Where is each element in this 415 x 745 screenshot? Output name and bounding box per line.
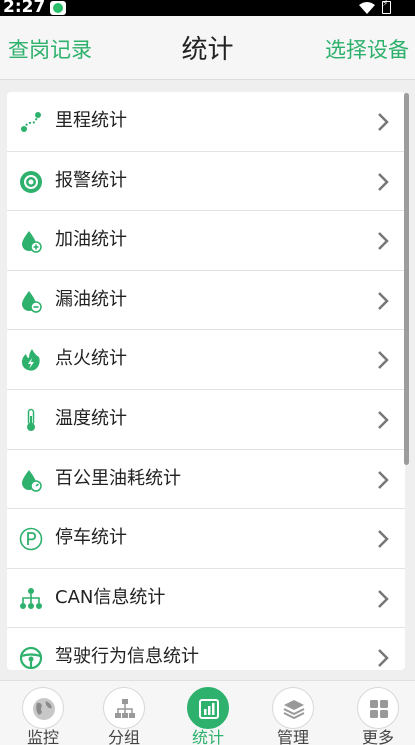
can-network-icon xyxy=(20,587,42,609)
thermometer-icon xyxy=(27,408,35,431)
tab-manage[interactable]: 管理 xyxy=(253,685,333,745)
chevron-right-icon xyxy=(378,649,389,668)
nav-label: 监控 xyxy=(26,728,59,745)
list-item-refuel[interactable]: 加油统计 xyxy=(7,211,405,271)
list-item-parking[interactable]: 停车统计 xyxy=(7,509,405,569)
tab-monitor[interactable]: 监控 xyxy=(3,685,83,745)
ignition-icon xyxy=(22,349,40,372)
chevron-right-icon xyxy=(378,172,389,191)
parking-icon xyxy=(19,527,43,551)
fuel-add-icon xyxy=(22,231,42,253)
list-item-fuel-leak[interactable]: 漏油统计 xyxy=(7,271,405,331)
list-item-alarm[interactable]: 报警统计 xyxy=(7,152,405,212)
chevron-right-icon xyxy=(378,291,389,310)
list-item-driving-behavior[interactable]: 驾驶行为信息统计 xyxy=(7,628,405,670)
battery-icon xyxy=(382,0,391,14)
list-item-label: 百公里油耗统计 xyxy=(55,467,181,489)
list-item-can-info[interactable]: CAN信息统计 xyxy=(7,569,405,629)
list-item-label: 停车统计 xyxy=(55,527,127,549)
chevron-right-icon xyxy=(378,470,389,489)
status-time: 2:27 xyxy=(3,0,46,17)
grid-more-icon xyxy=(357,687,399,729)
app-notification-icon xyxy=(50,1,66,15)
list-item-ignition[interactable]: 点火统计 xyxy=(7,330,405,390)
stats-chart-icon xyxy=(187,687,229,729)
nav-label: 更多 xyxy=(361,728,394,745)
stats-list: 里程统计 报警统计 加油统计 漏油统计 点火统计 温度统计 百公里油耗统计 停车… xyxy=(7,92,405,670)
wifi-icon xyxy=(359,2,375,14)
list-item-label: 报警统计 xyxy=(55,169,127,191)
chevron-right-icon xyxy=(378,232,389,251)
tab-more[interactable]: 更多 xyxy=(338,685,415,745)
list-item-label: 漏油统计 xyxy=(55,288,127,310)
globe-icon xyxy=(22,687,64,729)
scrollbar[interactable] xyxy=(404,93,409,465)
chevron-right-icon xyxy=(378,113,389,131)
nav-label: 管理 xyxy=(276,728,309,745)
list-item-fuel-consumption[interactable]: 百公里油耗统计 xyxy=(7,450,405,510)
list-item-label: 加油统计 xyxy=(55,229,127,251)
layers-icon xyxy=(272,687,314,729)
list-item-label: 点火统计 xyxy=(55,348,127,370)
list-item-mileage[interactable]: 里程统计 xyxy=(7,92,405,152)
route-icon xyxy=(21,112,41,132)
list-item-label: 里程统计 xyxy=(55,110,127,131)
list-item-label: 温度统计 xyxy=(55,407,127,429)
nav-label: 统计 xyxy=(191,728,224,745)
chevron-right-icon xyxy=(378,589,389,608)
tab-group[interactable]: 分组 xyxy=(84,685,164,745)
group-tree-icon xyxy=(103,687,145,729)
select-device-button[interactable]: 选择设备 xyxy=(325,36,409,64)
chevron-right-icon xyxy=(378,530,389,549)
bottom-nav: 监控 分组 统计 管理 更多 xyxy=(0,680,415,745)
list-item-label: CAN信息统计 xyxy=(55,586,166,608)
chevron-right-icon xyxy=(378,411,389,429)
chevron-right-icon xyxy=(378,351,389,370)
list-item-temperature[interactable]: 温度统计 xyxy=(7,390,405,450)
fuel-consumption-icon xyxy=(22,469,42,492)
list-item-label: 驾驶行为信息统计 xyxy=(55,646,199,668)
fuel-leak-icon xyxy=(22,290,42,313)
nav-label: 分组 xyxy=(107,728,140,745)
tab-statistics[interactable]: 统计 xyxy=(168,685,248,745)
status-bar: 2:27 xyxy=(0,0,415,17)
app-header: 查岗记录 统计 选择设备 xyxy=(0,16,415,80)
steering-wheel-icon xyxy=(19,647,43,670)
alarm-icon xyxy=(20,170,42,193)
